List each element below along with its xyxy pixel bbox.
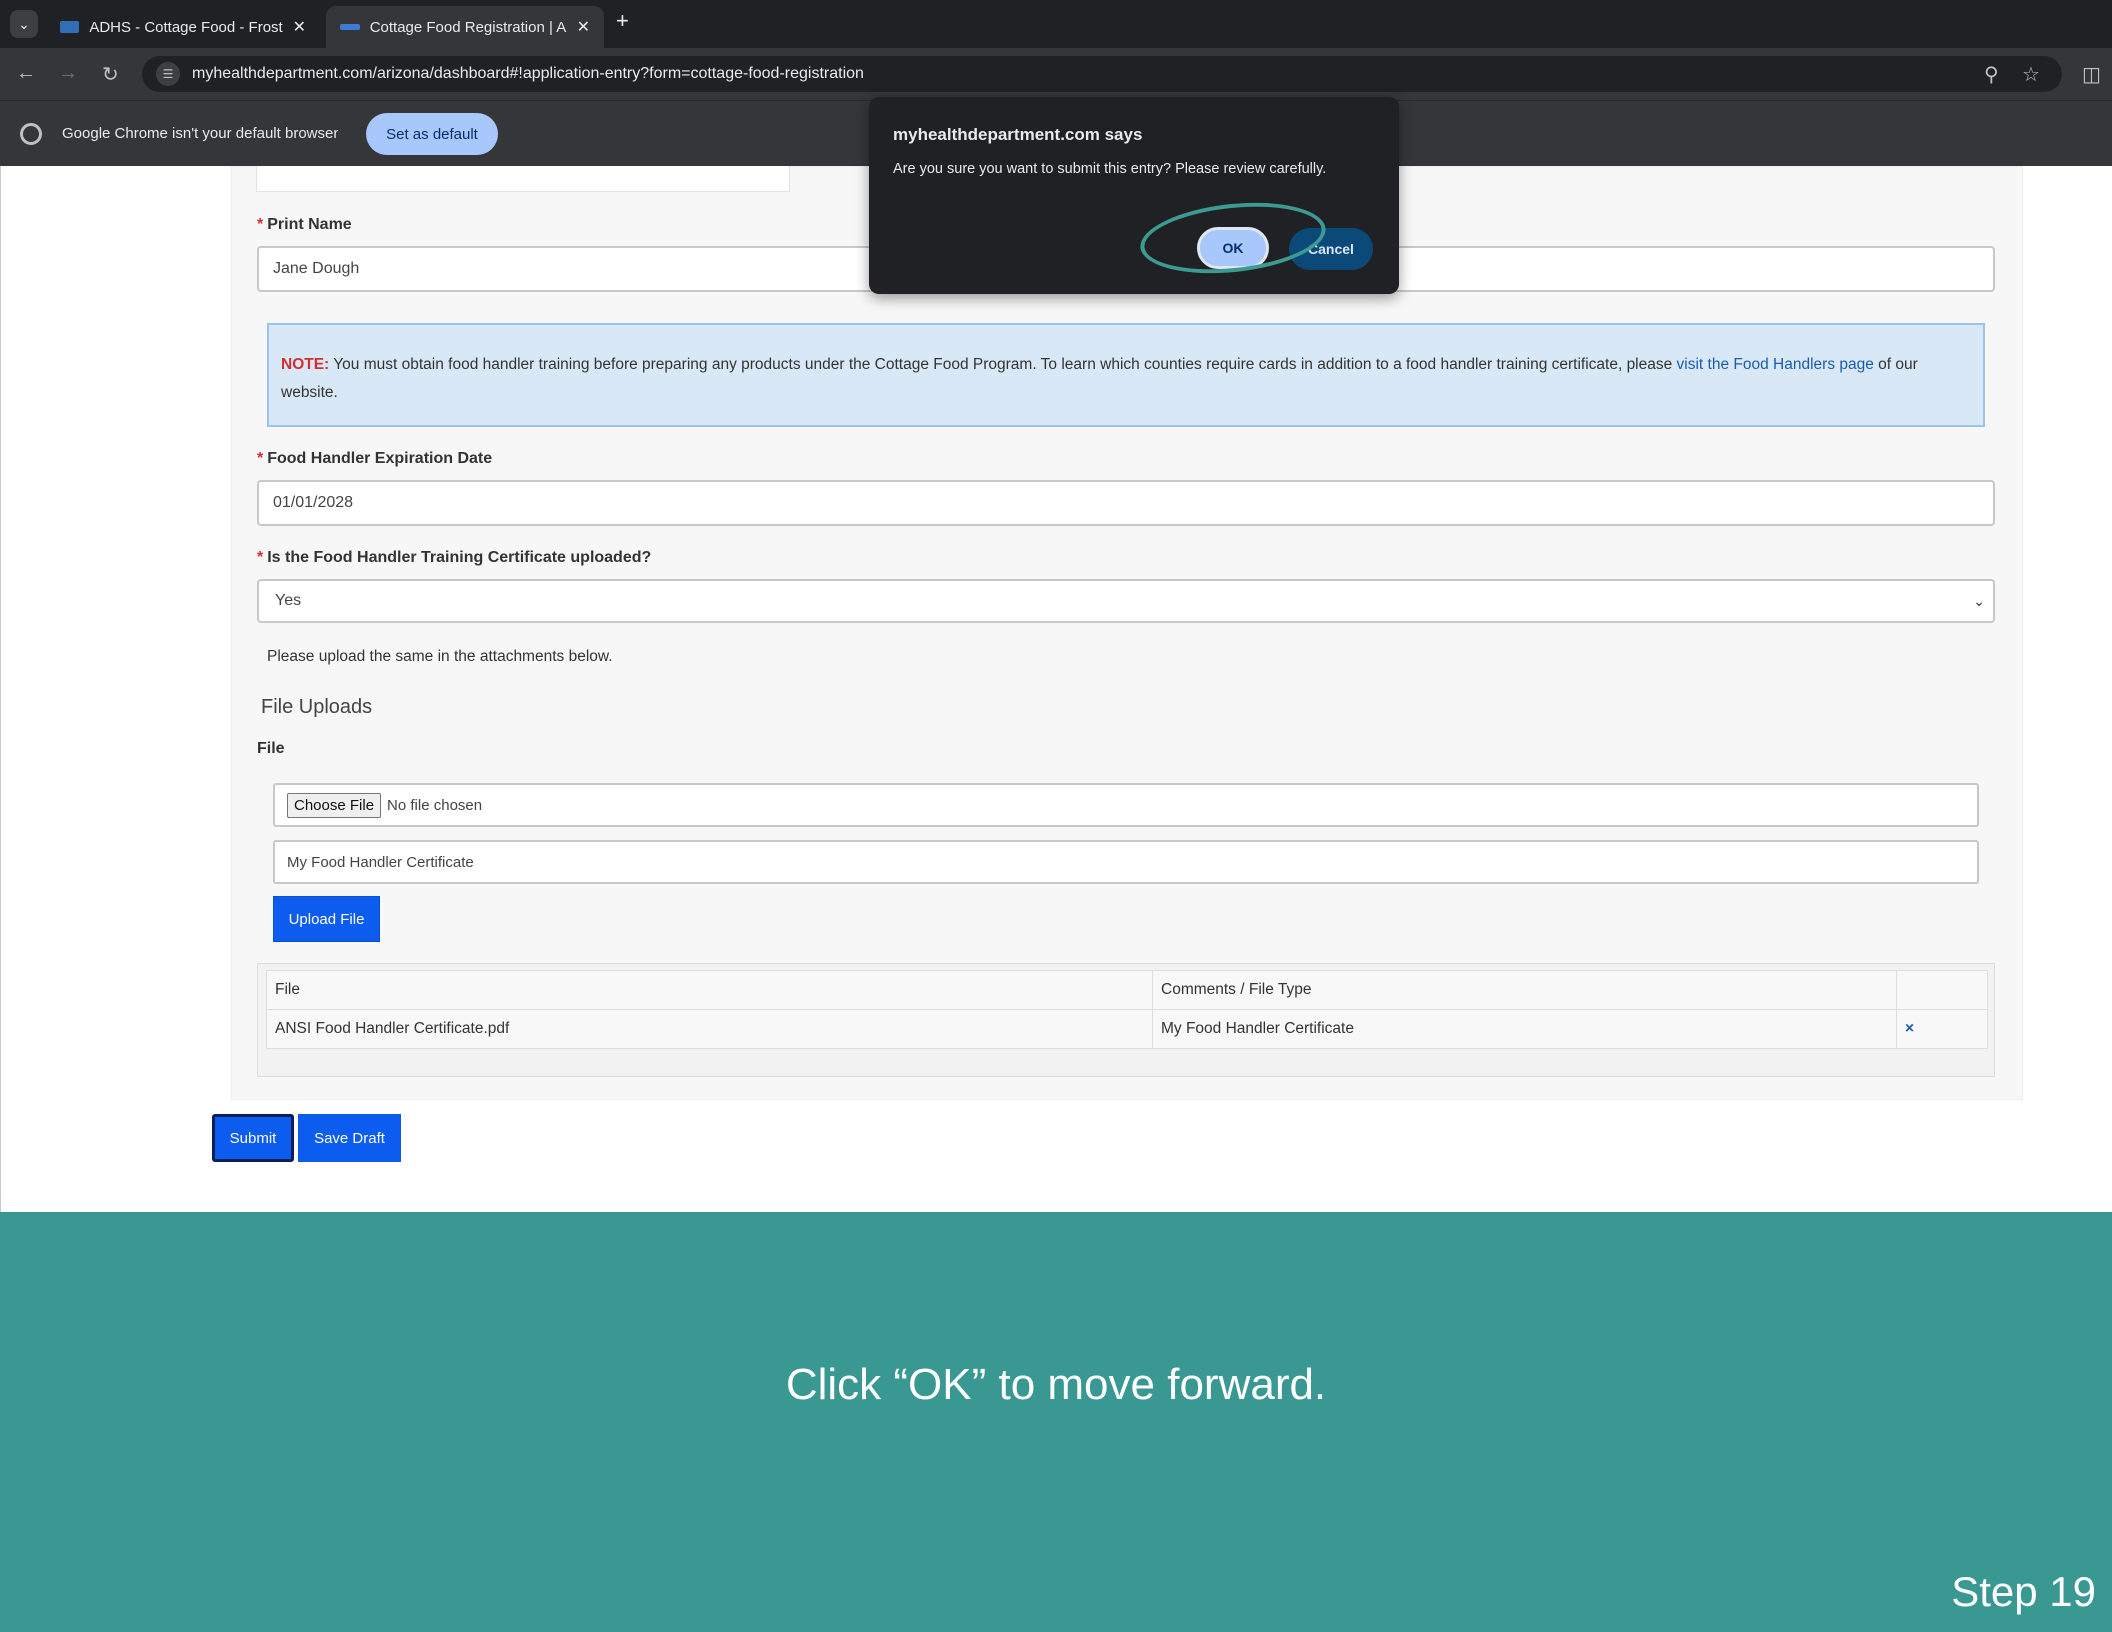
food-handler-note: NOTE: You must obtain food handler train…: [267, 323, 1985, 427]
tab-adhs-cottage-food[interactable]: ADHS - Cottage Food - Frosting ✕: [46, 6, 320, 48]
instruction-caption: Click “OK” to move forward.: [785, 1360, 1327, 1409]
dialog-title: myhealthdepartment.com says: [893, 125, 1143, 144]
close-tab-icon[interactable]: ✕: [293, 17, 306, 37]
files-table: File Comments / File Type ANSI Food Hand…: [266, 970, 1988, 1049]
bookmark-star-icon[interactable]: ☆: [2022, 62, 2040, 87]
food-handlers-link[interactable]: visit the Food Handlers page: [1677, 356, 1874, 373]
expiration-date-input[interactable]: 01/01/2028: [257, 480, 1995, 526]
table-header-row: File Comments / File Type: [266, 970, 1988, 1010]
comment-cell: My Food Handler Certificate: [1152, 1009, 1897, 1049]
column-header-actions: [1896, 970, 1988, 1010]
url-text: myhealthdepartment.com/arizona/dashboard…: [192, 65, 864, 82]
set-as-default-button[interactable]: Set as default: [366, 113, 498, 155]
confirm-dialog: myhealthdepartment.com says Are you sure…: [869, 97, 1399, 294]
browser-toolbar: ← → ↻ ☰ myhealthdepartment.com/arizona/d…: [0, 48, 2112, 100]
extensions-icon[interactable]: ◫: [2082, 62, 2101, 87]
site-favicon-icon: [340, 24, 360, 30]
reload-icon[interactable]: ↻: [102, 62, 119, 87]
form-panel: [231, 166, 2023, 1100]
chevron-down-icon: ⌄: [1973, 593, 1985, 609]
infobar-message: Google Chrome isn't your default browser: [62, 125, 339, 142]
site-info-icon[interactable]: ☰: [156, 62, 180, 86]
print-name-label: * Print Name: [257, 216, 352, 233]
file-input[interactable]: Choose File No file chosen: [273, 783, 1979, 827]
new-tab-icon[interactable]: +: [616, 8, 629, 34]
expiration-date-label: * Food Handler Expiration Date: [257, 450, 493, 467]
uploaded-files-table: File Comments / File Type ANSI Food Hand…: [257, 963, 1995, 1077]
tab-title: Cottage Food Registration | Ari: [369, 18, 567, 36]
tab-search-icon[interactable]: ⌄: [10, 10, 38, 38]
cert-uploaded-label: * Is the Food Handler Training Certificat…: [257, 549, 652, 566]
chrome-logo-icon: [20, 123, 42, 145]
step-label: Step 19: [1951, 1568, 2096, 1615]
select-value: Yes: [275, 592, 302, 609]
close-tab-icon[interactable]: ✕: [577, 17, 590, 37]
previous-field: [256, 166, 790, 192]
cert-uploaded-select[interactable]: Yes ⌄: [257, 579, 1995, 623]
tab-title: ADHS - Cottage Food - Frosting: [89, 18, 283, 36]
save-draft-button[interactable]: Save Draft: [298, 1114, 401, 1162]
zoom-icon[interactable]: ⚲: [1984, 62, 1999, 87]
tab-bar: ⌄ ADHS - Cottage Food - Frosting ✕ Cotta…: [0, 0, 2112, 48]
file-uploads-heading: File Uploads: [261, 696, 373, 718]
column-header-file: File: [266, 970, 1153, 1010]
submit-button[interactable]: Submit: [212, 1114, 294, 1162]
dialog-message: Are you sure you want to submit this ent…: [893, 161, 1327, 177]
table-row: ANSI Food Handler Certificate.pdf My Foo…: [266, 1009, 1988, 1049]
back-arrow-icon[interactable]: ←: [16, 62, 36, 85]
page-content: * Print Name Jane Dough NOTE: You must ob…: [0, 166, 2112, 1212]
upload-help-text: Please upload the same in the attachment…: [267, 648, 613, 665]
tab-cottage-food-registration[interactable]: Cottage Food Registration | Ari ✕: [326, 6, 604, 48]
no-file-text: No file chosen: [387, 796, 483, 814]
choose-file-button[interactable]: Choose File: [287, 792, 382, 818]
file-comment-input[interactable]: My Food Handler Certificate: [273, 840, 1979, 884]
upload-file-button[interactable]: Upload File: [273, 896, 380, 942]
file-label: File: [257, 740, 285, 757]
column-header-comments: Comments / File Type: [1152, 970, 1897, 1010]
instruction-band: [0, 1212, 2112, 1632]
address-bar[interactable]: ☰ myhealthdepartment.com/arizona/dashboa…: [142, 56, 2062, 92]
forward-arrow-icon[interactable]: →: [58, 62, 78, 85]
remove-file-icon[interactable]: ×: [1896, 1009, 1988, 1049]
az-favicon-icon: [60, 21, 80, 33]
file-name-cell: ANSI Food Handler Certificate.pdf: [266, 1009, 1153, 1049]
